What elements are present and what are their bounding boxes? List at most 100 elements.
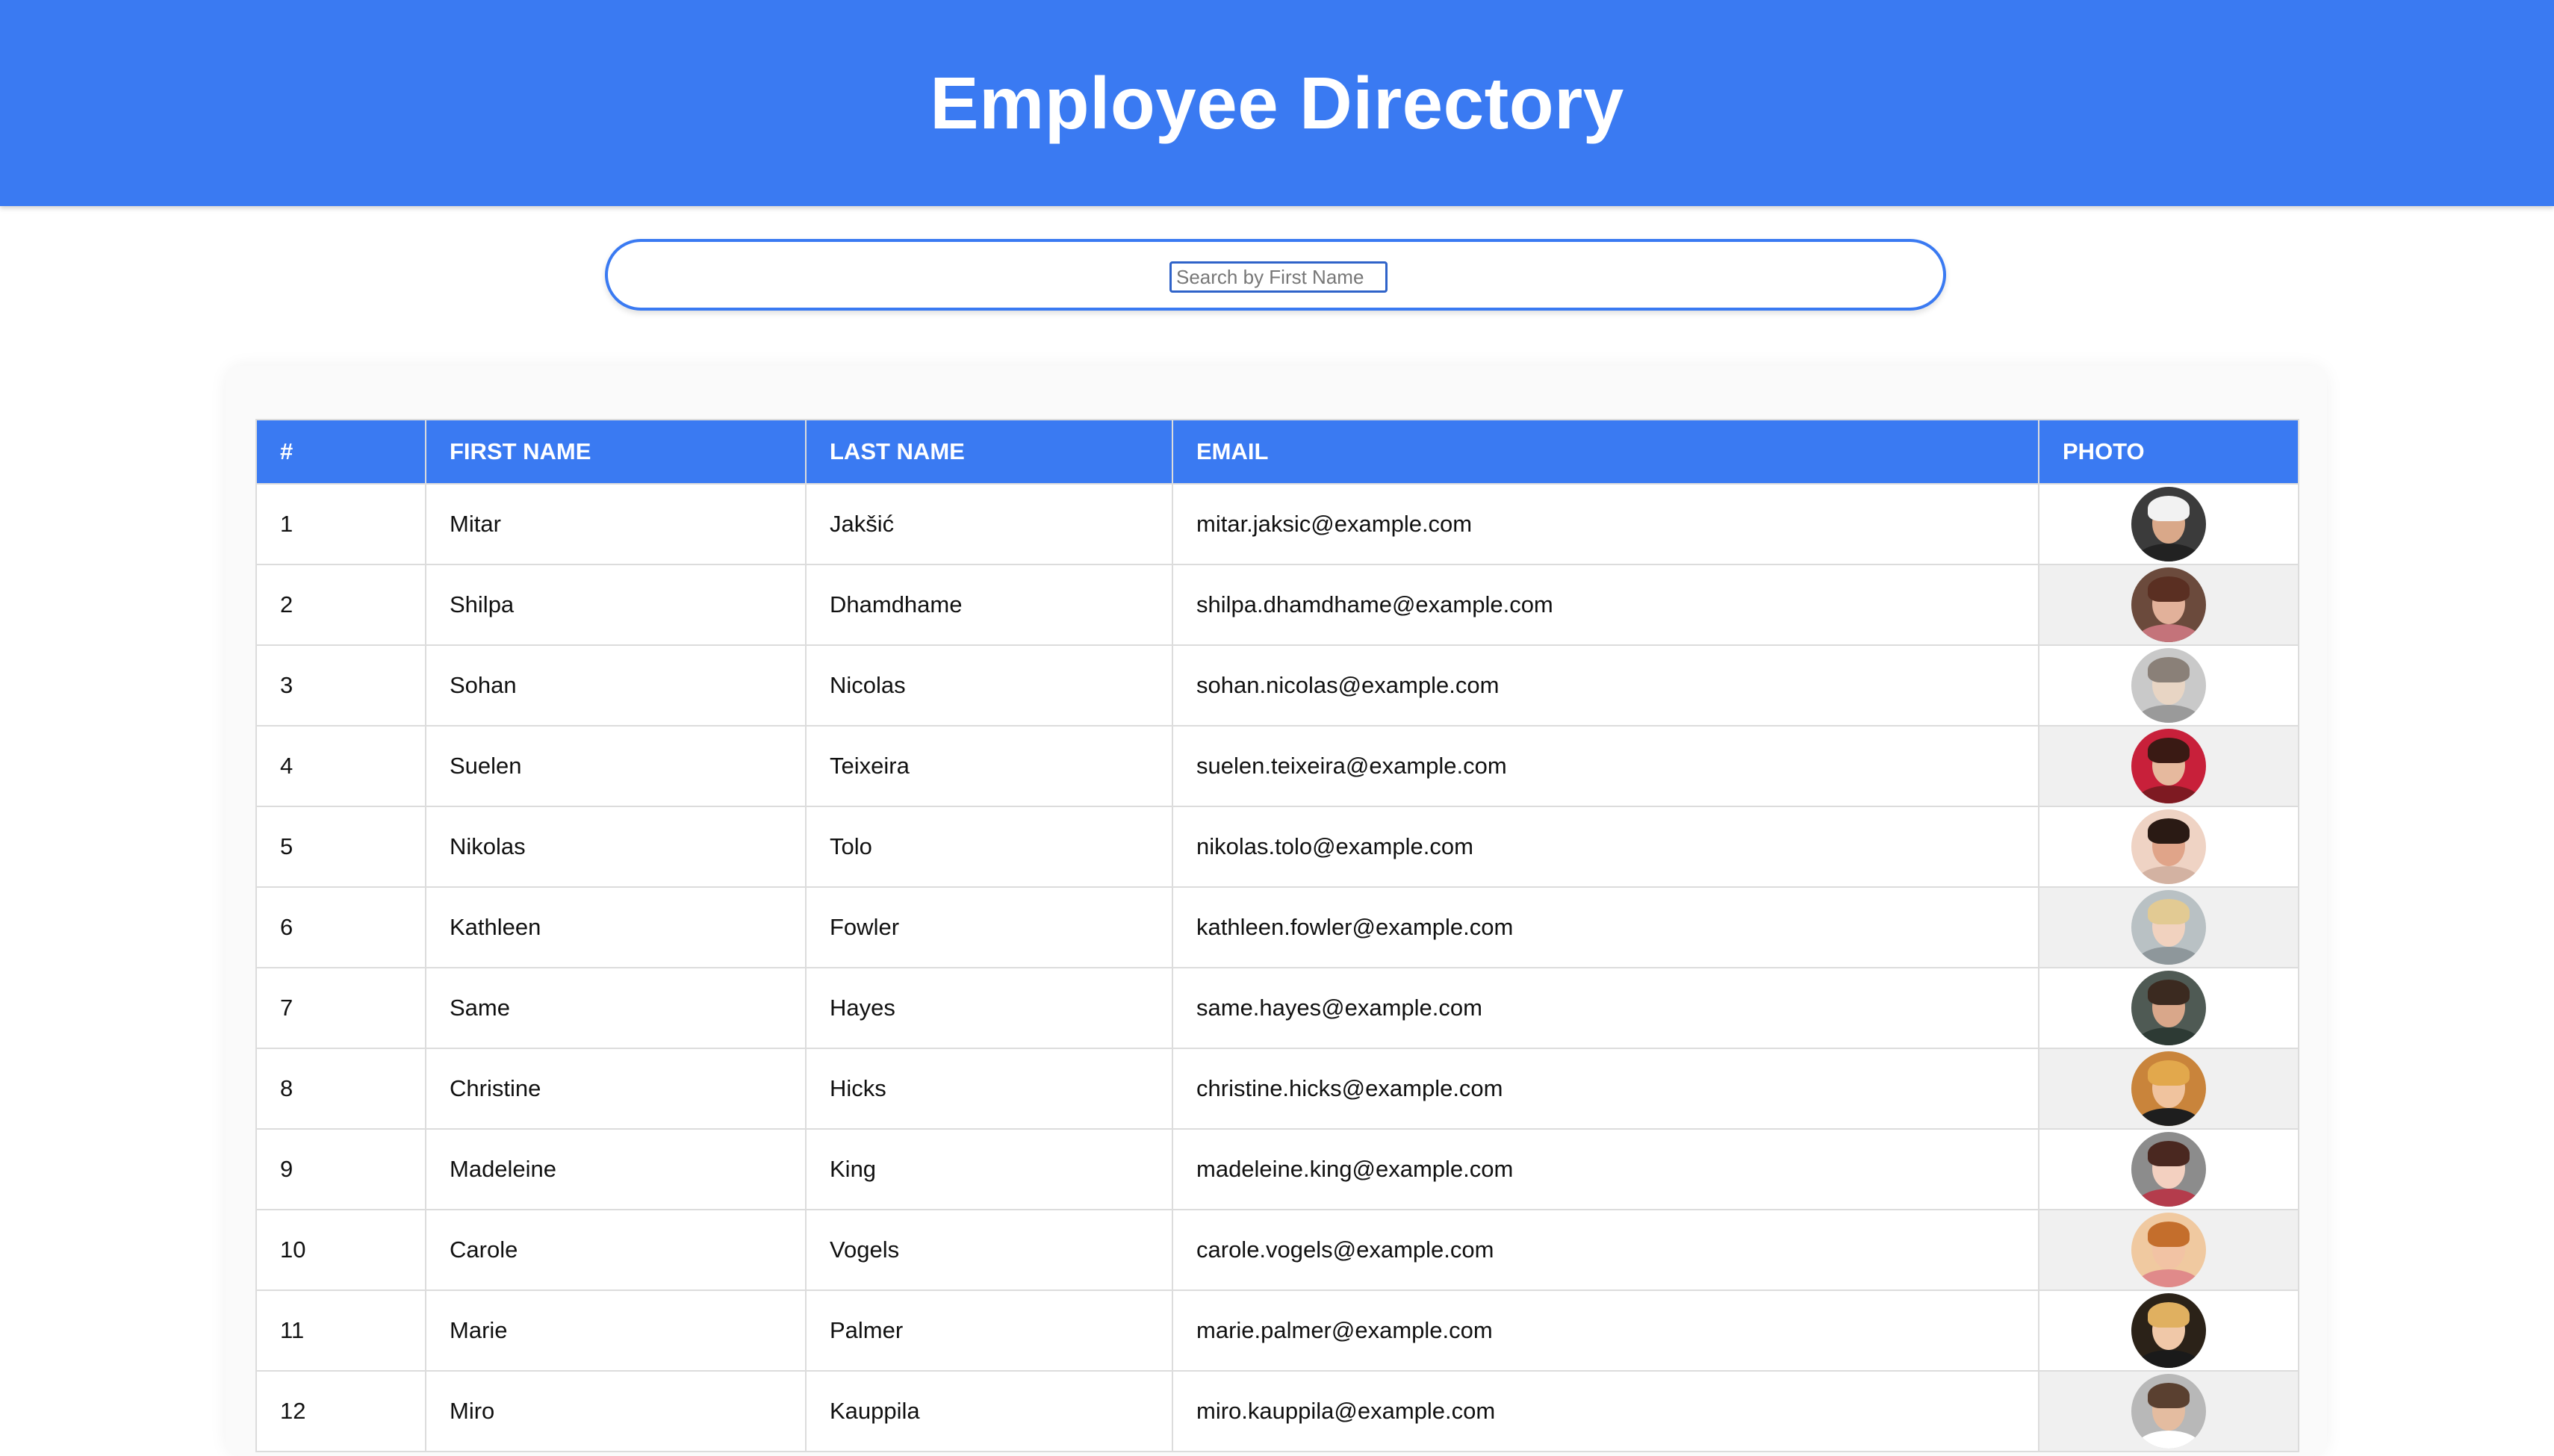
table-row: 10 Carole Vogels carole.vogels@example.com bbox=[255, 1209, 2299, 1291]
cell-last-name: Kauppila bbox=[805, 1370, 1173, 1452]
cell-last-name: Hayes bbox=[805, 967, 1173, 1049]
avatar-shoulders bbox=[2137, 1350, 2200, 1368]
avatar-hair bbox=[2148, 738, 2190, 763]
avatar-hair bbox=[2148, 899, 2190, 924]
cell-last-name: Jakšić bbox=[805, 483, 1173, 565]
cell-first-name: Sohan bbox=[425, 644, 807, 727]
avatar-hair bbox=[2148, 496, 2190, 521]
table-row: 7 Same Hayes same.hayes@example.com bbox=[255, 967, 2299, 1049]
cell-email: sohan.nicolas@example.com bbox=[1172, 644, 2039, 727]
cell-first-name: Carole bbox=[425, 1209, 807, 1291]
cell-email: miro.kauppila@example.com bbox=[1172, 1370, 2039, 1452]
avatar bbox=[2131, 1132, 2206, 1207]
cell-email: same.hayes@example.com bbox=[1172, 967, 2039, 1049]
cell-number: 1 bbox=[255, 483, 426, 565]
column-header-number[interactable]: # bbox=[255, 419, 426, 485]
avatar bbox=[2131, 1374, 2206, 1449]
cell-number: 3 bbox=[255, 644, 426, 727]
employee-table: # FIRST NAME LAST NAME EMAIL PHOTO 1 Mita… bbox=[255, 419, 2299, 1452]
cell-last-name: Nicolas bbox=[805, 644, 1173, 727]
cell-number: 6 bbox=[255, 886, 426, 968]
table-body: 1 Mitar Jakšić mitar.jaksic@example.com 2 Shi… bbox=[255, 483, 2299, 1452]
app-header: Employee Directory bbox=[0, 0, 2554, 206]
avatar bbox=[2131, 567, 2206, 642]
cell-first-name: Kathleen bbox=[425, 886, 807, 968]
cell-first-name: Nikolas bbox=[425, 806, 807, 888]
cell-email: christine.hicks@example.com bbox=[1172, 1048, 2039, 1130]
avatar bbox=[2131, 648, 2206, 723]
avatar-hair bbox=[2148, 818, 2190, 844]
cell-first-name: Christine bbox=[425, 1048, 807, 1130]
avatar-hair bbox=[2148, 1222, 2190, 1247]
table-row: 5 Nikolas Tolo nikolas.tolo@example.com bbox=[255, 806, 2299, 888]
page-title: Employee Directory bbox=[930, 61, 1624, 144]
cell-first-name: Mitar bbox=[425, 483, 807, 565]
table-header-row: # FIRST NAME LAST NAME EMAIL PHOTO bbox=[255, 419, 2299, 485]
avatar-shoulders bbox=[2137, 1189, 2200, 1207]
avatar-shoulders bbox=[2137, 705, 2200, 723]
table-row: 2 Shilpa Dhamdhame shilpa.dhamdhame@example… bbox=[255, 564, 2299, 646]
table-row: 12 Miro Kauppila miro.kauppila@example.com bbox=[255, 1370, 2299, 1452]
table-row: 4 Suelen Teixeira suelen.teixeira@example.c… bbox=[255, 725, 2299, 807]
cell-last-name: Hicks bbox=[805, 1048, 1173, 1130]
cell-photo bbox=[2038, 1048, 2299, 1130]
cell-number: 11 bbox=[255, 1289, 426, 1372]
avatar bbox=[2131, 487, 2206, 561]
cell-email: madeleine.king@example.com bbox=[1172, 1128, 2039, 1210]
avatar-shoulders bbox=[2137, 624, 2200, 642]
cell-email: carole.vogels@example.com bbox=[1172, 1209, 2039, 1291]
cell-last-name: Teixeira bbox=[805, 725, 1173, 807]
table-row: 8 Christine Hicks christine.hicks@example.c… bbox=[255, 1048, 2299, 1130]
column-header-last-name[interactable]: LAST NAME bbox=[805, 419, 1173, 485]
avatar-hair bbox=[2148, 657, 2190, 682]
avatar bbox=[2131, 809, 2206, 884]
cell-number: 4 bbox=[255, 725, 426, 807]
cell-first-name: Madeleine bbox=[425, 1128, 807, 1210]
avatar-shoulders bbox=[2137, 947, 2200, 965]
cell-photo bbox=[2038, 967, 2299, 1049]
cell-last-name: Tolo bbox=[805, 806, 1173, 888]
avatar bbox=[2131, 1051, 2206, 1126]
cell-photo bbox=[2038, 1209, 2299, 1291]
cell-number: 2 bbox=[255, 564, 426, 646]
cell-email: kathleen.fowler@example.com bbox=[1172, 886, 2039, 968]
cell-email: suelen.teixeira@example.com bbox=[1172, 725, 2039, 807]
avatar bbox=[2131, 890, 2206, 965]
cell-number: 7 bbox=[255, 967, 426, 1049]
cell-photo bbox=[2038, 806, 2299, 888]
cell-first-name: Miro bbox=[425, 1370, 807, 1452]
avatar-hair bbox=[2148, 1383, 2190, 1408]
cell-email: shilpa.dhamdhame@example.com bbox=[1172, 564, 2039, 646]
avatar-shoulders bbox=[2137, 1027, 2200, 1045]
table-row: 6 Kathleen Fowler kathleen.fowler@example.c… bbox=[255, 886, 2299, 968]
cell-last-name: Fowler bbox=[805, 886, 1173, 968]
cell-email: mitar.jaksic@example.com bbox=[1172, 483, 2039, 565]
avatar-shoulders bbox=[2137, 1108, 2200, 1126]
cell-first-name: Same bbox=[425, 967, 807, 1049]
cell-number: 9 bbox=[255, 1128, 426, 1210]
table-row: 9 Madeleine King madeleine.king@example.com bbox=[255, 1128, 2299, 1210]
column-header-email[interactable]: EMAIL bbox=[1172, 419, 2039, 485]
avatar-hair bbox=[2148, 1141, 2190, 1166]
avatar bbox=[2131, 971, 2206, 1045]
table-row: 1 Mitar Jakšić mitar.jaksic@example.com bbox=[255, 483, 2299, 565]
cell-number: 12 bbox=[255, 1370, 426, 1452]
column-header-first-name[interactable]: FIRST NAME bbox=[425, 419, 807, 485]
avatar-hair bbox=[2148, 576, 2190, 602]
avatar bbox=[2131, 1293, 2206, 1368]
cell-photo bbox=[2038, 1128, 2299, 1210]
cell-photo bbox=[2038, 564, 2299, 646]
avatar-hair bbox=[2148, 980, 2190, 1005]
cell-email: nikolas.tolo@example.com bbox=[1172, 806, 2039, 888]
column-header-photo[interactable]: PHOTO bbox=[2038, 419, 2299, 485]
cell-photo bbox=[2038, 886, 2299, 968]
avatar-hair bbox=[2148, 1060, 2190, 1086]
cell-last-name: Palmer bbox=[805, 1289, 1173, 1372]
cell-last-name: King bbox=[805, 1128, 1173, 1210]
avatar-shoulders bbox=[2137, 785, 2200, 803]
cell-last-name: Dhamdhame bbox=[805, 564, 1173, 646]
avatar-shoulders bbox=[2137, 1431, 2200, 1449]
cell-photo bbox=[2038, 725, 2299, 807]
avatar-shoulders bbox=[2137, 544, 2200, 561]
search-input[interactable] bbox=[1169, 261, 1388, 293]
